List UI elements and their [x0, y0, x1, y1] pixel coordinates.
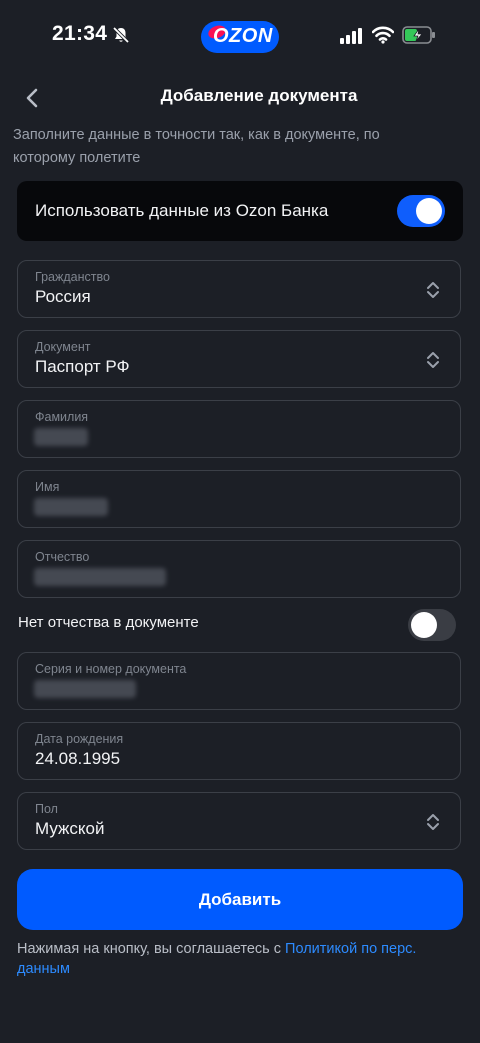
- surname-redacted-value: [34, 428, 88, 446]
- citizenship-select[interactable]: Гражданство Россия: [17, 260, 461, 318]
- birth-date-label: Дата рождения: [35, 732, 124, 746]
- chevron-up-down-icon: [427, 814, 439, 830]
- bank-data-label: Использовать данные из Ozon Банка: [35, 201, 329, 220]
- ozon-logo-text: OZON: [213, 25, 273, 47]
- document-select[interactable]: Документ Паспорт РФ: [17, 330, 461, 388]
- status-bar: 21:34 OZON: [0, 0, 480, 70]
- bell-muted-icon: [112, 26, 130, 44]
- citizenship-value: Россия: [35, 287, 91, 306]
- hint-text: Заполните данные в точности так, как в д…: [13, 127, 380, 166]
- header: Добавление документа: [0, 76, 480, 116]
- wifi-icon: [372, 26, 394, 44]
- consent-text: Нажимая на кнопку, вы соглашаетесь с Пол…: [17, 939, 457, 979]
- document-number-redacted-value: [34, 680, 136, 698]
- switch-knob: [411, 612, 437, 638]
- no-patronymic-switch[interactable]: [408, 609, 456, 641]
- gender-label: Пол: [35, 802, 58, 816]
- document-number-field[interactable]: Серия и номер документа: [17, 652, 461, 710]
- gender-select[interactable]: Пол Мужской: [17, 792, 461, 850]
- page-title: Добавление документа: [160, 86, 358, 105]
- birth-date-value: 24.08.1995: [35, 749, 121, 768]
- document-number-label: Серия и номер документа: [35, 662, 187, 676]
- citizenship-label: Гражданство: [35, 270, 110, 284]
- bank-data-toggle-row[interactable]: Использовать данные из Ozon Банка: [17, 181, 463, 241]
- battery-charging-icon: [402, 26, 435, 44]
- surname-field[interactable]: Фамилия: [17, 400, 461, 458]
- gender-value: Мужской: [35, 819, 105, 838]
- no-patronymic-label: Нет отчества в документе: [18, 614, 199, 631]
- chevron-up-down-icon: [427, 282, 439, 298]
- document-value: Паспорт РФ: [35, 357, 130, 376]
- name-field[interactable]: Имя: [17, 470, 461, 528]
- status-time: 21:34: [52, 22, 108, 45]
- ozon-logo: OZON: [201, 21, 279, 53]
- chevron-up-down-icon: [427, 352, 439, 368]
- surname-label: Фамилия: [35, 410, 89, 424]
- patronymic-redacted-value: [34, 568, 166, 586]
- patronymic-label: Отчество: [35, 550, 90, 564]
- name-redacted-value: [34, 498, 108, 516]
- patronymic-field[interactable]: Отчество: [17, 540, 461, 598]
- bank-data-switch[interactable]: [397, 195, 445, 227]
- birth-date-field[interactable]: Дата рождения 24.08.1995: [17, 722, 461, 780]
- switch-knob: [416, 198, 442, 224]
- name-label: Имя: [35, 480, 60, 494]
- signal-icon: [340, 28, 362, 44]
- add-button[interactable]: Добавить: [17, 869, 463, 930]
- document-label: Документ: [35, 340, 91, 354]
- consent-prefix: Нажимая на кнопку, вы соглашаетесь с: [17, 941, 286, 957]
